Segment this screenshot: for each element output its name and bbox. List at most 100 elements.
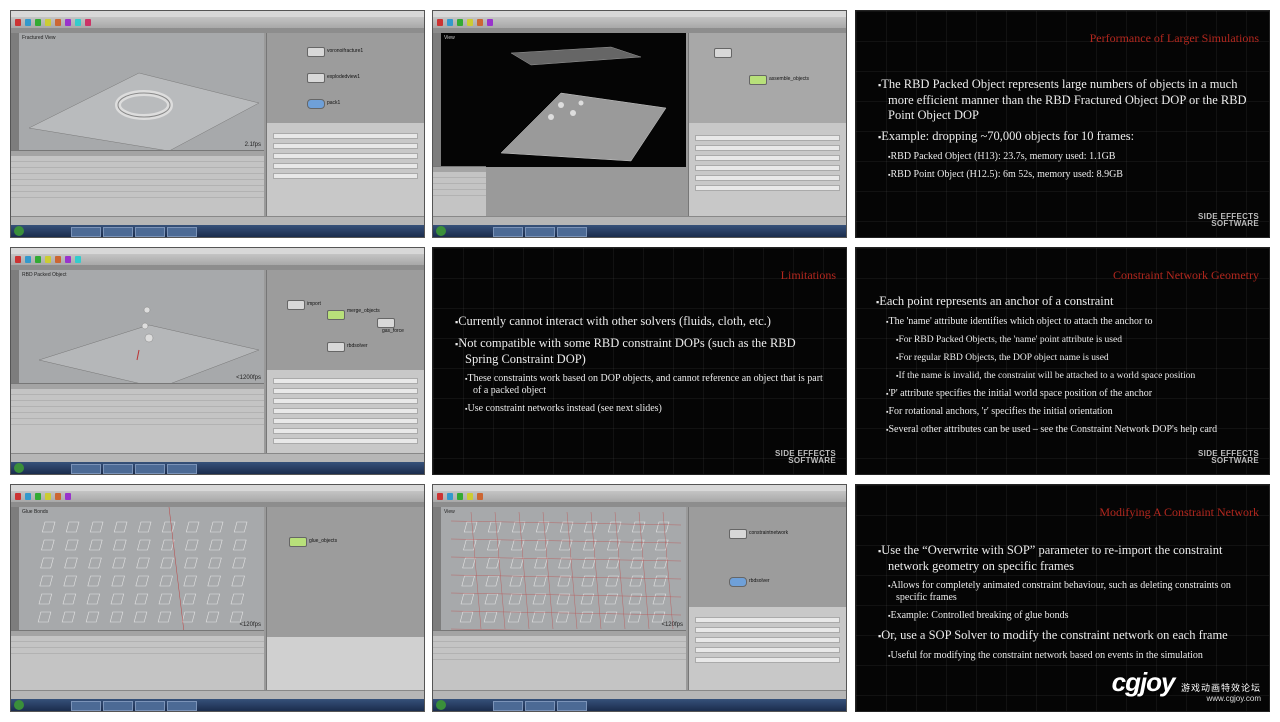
playbar[interactable] — [11, 690, 424, 699]
node-voronoifracture1[interactable] — [307, 47, 325, 57]
node-rbdsolver[interactable] — [729, 577, 747, 587]
fps-readout: <120fps — [239, 622, 261, 628]
network-editor[interactable]: import merge_objects gas_force rbdsolver — [266, 270, 424, 370]
spreadsheet-pane[interactable] — [11, 150, 264, 217]
shelf-toolbar[interactable] — [11, 491, 424, 502]
bullet: Or, use a SOP Solver to modify the const… — [878, 628, 1255, 644]
tree-view[interactable] — [433, 166, 486, 217]
spreadsheet-pane[interactable] — [11, 630, 264, 691]
taskbar-item[interactable] — [71, 464, 101, 474]
sub-sub-bullet: If the name is invalid, the constraint w… — [896, 370, 1255, 382]
node-label: glue_objects — [309, 538, 338, 544]
viewport-grid — [28, 72, 260, 151]
taskbar-item[interactable] — [557, 701, 587, 711]
taskbar-item[interactable] — [493, 227, 523, 237]
node-gas-force[interactable] — [377, 318, 395, 328]
bullet: Use the “Overwrite with SOP” parameter t… — [878, 543, 1255, 574]
taskbar[interactable] — [11, 462, 424, 474]
taskbar-item[interactable] — [525, 701, 555, 711]
node-label: merge_objects — [347, 308, 380, 314]
sub-bullet: Useful for modifying the constraint netw… — [888, 650, 1255, 662]
shelf-toolbar[interactable] — [433, 17, 846, 28]
taskbar-item[interactable] — [71, 701, 101, 711]
taskbar-item[interactable] — [167, 701, 197, 711]
node-pack1[interactable] — [307, 99, 325, 109]
start-button[interactable] — [14, 226, 24, 236]
slide-title: Performance of Larger Simulations — [1089, 31, 1259, 45]
taskbar-item[interactable] — [135, 464, 165, 474]
start-button[interactable] — [436, 226, 446, 236]
network-editor[interactable]: voronoifracture1 explodedview1 pack1 — [266, 33, 424, 123]
scene-viewport[interactable]: Glue Bonds <120fps — [19, 507, 264, 631]
node-label: pack1 — [327, 100, 341, 106]
scene-viewport[interactable]: View <120fps — [441, 507, 686, 631]
node-merge-objects[interactable] — [327, 310, 345, 320]
taskbar[interactable] — [11, 699, 424, 711]
bullet: The RBD Packed Object represents large n… — [878, 77, 1255, 123]
shelf-toolbar[interactable] — [433, 491, 846, 502]
start-button[interactable] — [436, 700, 446, 710]
houdini-screenshot-fracture: Fractured View 2.1fps voronoifracture1 e… — [10, 10, 425, 238]
node-import[interactable] — [287, 300, 305, 310]
viewport-scene — [38, 306, 260, 384]
taskbar-item[interactable] — [103, 701, 133, 711]
sub-bullet: RBD Point Object (H12.5): 6m 52s, memory… — [888, 169, 1255, 181]
node-rbdsolver[interactable] — [327, 342, 345, 352]
taskbar-item[interactable] — [167, 464, 197, 474]
taskbar-item[interactable] — [525, 227, 555, 237]
taskbar-item[interactable] — [557, 227, 587, 237]
viewport-label: RBD Packed Object — [22, 272, 67, 278]
taskbar-item[interactable] — [103, 464, 133, 474]
node-assemble-objects[interactable] — [749, 75, 767, 85]
spreadsheet-pane[interactable] — [11, 383, 264, 454]
sub-bullet: Several other attributes can be used – s… — [886, 424, 1255, 436]
playbar[interactable] — [11, 216, 424, 225]
taskbar-item[interactable] — [493, 701, 523, 711]
shelf-toolbar[interactable] — [11, 254, 424, 265]
scene-viewport[interactable]: RBD Packed Object <1200fps — [19, 270, 264, 384]
viewport-label: Fractured View — [22, 35, 56, 41]
houdini-screenshot-rbd-packed: RBD Packed Object <1200fps import merge_… — [10, 247, 425, 475]
node-label: rbdsolver — [347, 343, 368, 349]
shelf-toolbar[interactable] — [11, 17, 424, 28]
parameter-pane[interactable] — [688, 607, 846, 691]
node-label: constraintnetwork — [749, 530, 789, 536]
slide-title: Constraint Network Geometry — [1113, 268, 1259, 282]
fps-readout: <120fps — [661, 622, 683, 628]
node-glue-objects[interactable] — [289, 537, 307, 547]
taskbar-item[interactable] — [103, 227, 133, 237]
playbar[interactable] — [433, 690, 846, 699]
parameter-pane[interactable] — [266, 637, 424, 691]
taskbar-item[interactable] — [167, 227, 197, 237]
slide-bullets: Each point represents an anchor of a con… — [876, 294, 1255, 442]
node[interactable] — [714, 48, 732, 58]
playbar[interactable] — [11, 453, 424, 462]
taskbar[interactable] — [433, 225, 846, 237]
start-button[interactable] — [14, 463, 24, 473]
taskbar-item[interactable] — [71, 227, 101, 237]
network-editor[interactable]: glue_objects — [266, 507, 424, 637]
taskbar[interactable] — [11, 225, 424, 237]
parameter-pane[interactable] — [688, 123, 846, 217]
taskbar-item[interactable] — [135, 701, 165, 711]
node-explodedview1[interactable] — [307, 73, 325, 83]
scene-viewport[interactable]: View — [441, 33, 686, 167]
viewport-label: View — [444, 35, 455, 41]
parameter-pane[interactable] — [266, 123, 424, 217]
node-constraintnetwork[interactable] — [729, 529, 747, 539]
spreadsheet-pane[interactable] — [433, 630, 686, 691]
slide-bullets: The RBD Packed Object represents large n… — [878, 77, 1255, 187]
slide-bullets: Currently cannot interact with other sol… — [455, 314, 832, 421]
taskbar[interactable] — [433, 699, 846, 711]
network-editor[interactable]: constraintnetwork rbdsolver — [688, 507, 846, 607]
network-editor[interactable]: assemble_objects — [688, 33, 846, 123]
parameter-pane[interactable] — [266, 370, 424, 454]
sub-sub-bullet: For RBD Packed Objects, the 'name' point… — [896, 334, 1255, 346]
scene-viewport[interactable]: Fractured View 2.1fps — [19, 33, 264, 151]
start-button[interactable] — [14, 700, 24, 710]
bullet: Example: dropping ~70,000 objects for 10… — [878, 129, 1255, 145]
sub-bullet: These constraints work based on DOP obje… — [465, 373, 832, 397]
playbar[interactable] — [433, 216, 846, 225]
viewport-cube-grid — [37, 507, 248, 631]
taskbar-item[interactable] — [135, 227, 165, 237]
